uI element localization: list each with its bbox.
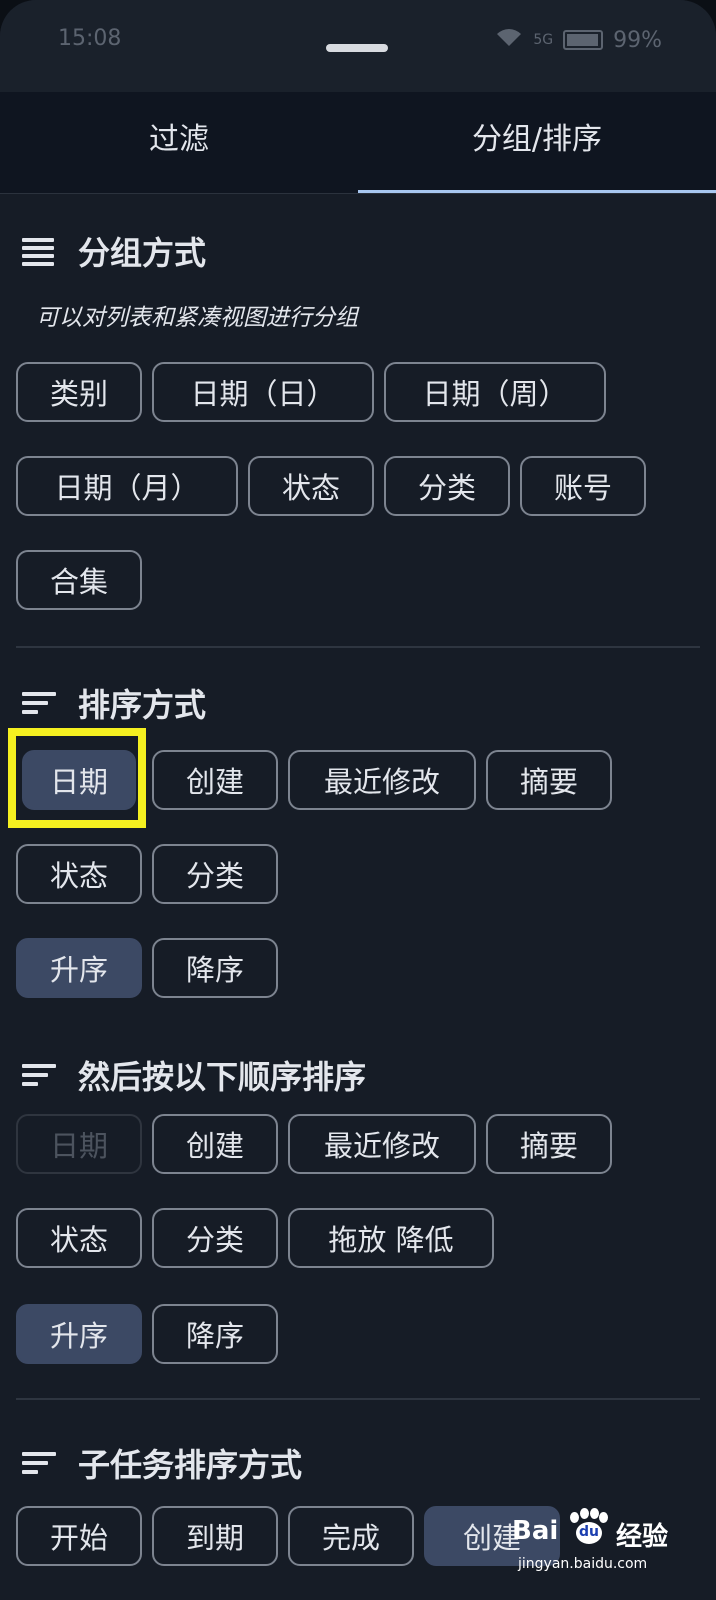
subtask-sort-section-title: 子任务排序方式 — [78, 1446, 303, 1484]
section-divider — [16, 646, 700, 648]
sort-option-created[interactable]: 创建 — [152, 750, 278, 810]
sort-option-classification[interactable]: 分类 — [152, 844, 278, 904]
wifi-icon — [495, 26, 523, 54]
group-section-header: 分组方式 — [22, 228, 206, 274]
then-sort-option-drag-drop[interactable]: 拖放 降低 — [288, 1208, 494, 1268]
then-sort-section-header: 然后按以下顺序排序 — [22, 1052, 366, 1098]
sort-order-ascending[interactable]: 升序 — [16, 938, 142, 998]
then-sort-option-date: 日期 — [16, 1114, 142, 1174]
sort-icon — [22, 688, 58, 718]
watermark-text: 经验 — [616, 1522, 669, 1552]
sort-icon — [22, 1448, 58, 1478]
then-sort-option-classification[interactable]: 分类 — [152, 1208, 278, 1268]
then-sort-option-status[interactable]: 状态 — [16, 1208, 142, 1268]
baidu-jingyan-watermark: Bai du 经验 jingyan.baidu.com — [512, 1508, 702, 1578]
group-option-status[interactable]: 状态 — [248, 456, 374, 516]
then-sort-option-last-modified[interactable]: 最近修改 — [288, 1114, 476, 1174]
system-icons: 5G 99% — [495, 26, 662, 54]
subtask-option-due[interactable]: 到期 — [152, 1506, 278, 1566]
group-option-date-month[interactable]: 日期（月） — [16, 456, 238, 516]
watermark-url: jingyan.baidu.com — [518, 1556, 648, 1572]
sort-section-header: 排序方式 — [22, 680, 206, 726]
group-section-title: 分组方式 — [78, 234, 207, 272]
group-option-classification[interactable]: 分类 — [384, 456, 510, 516]
then-sort-section-title: 然后按以下顺序排序 — [78, 1058, 367, 1096]
group-section-subtitle: 可以对列表和紧凑视图进行分组 — [36, 305, 358, 331]
tab-divider — [0, 193, 716, 194]
section-divider — [16, 1398, 700, 1400]
then-sort-order-descending[interactable]: 降序 — [152, 1304, 278, 1364]
paw-icon: du — [568, 1508, 608, 1546]
baidu-logo: Bai — [512, 1516, 559, 1546]
then-sort-order-ascending[interactable]: 升序 — [16, 1304, 142, 1364]
status-time: 15:08 — [58, 26, 122, 51]
group-option-date-week[interactable]: 日期（周） — [384, 362, 606, 422]
battery-icon — [563, 30, 604, 50]
screen: 15:08 5G 99% 过滤 分组/排序 分组方式 可以对列表和紧凑视图进行分… — [0, 0, 716, 1600]
group-option-account[interactable]: 账号 — [520, 456, 646, 516]
highlight-box — [8, 728, 146, 828]
tab-bar: 过滤 分组/排序 — [0, 92, 716, 194]
status-bar: 15:08 5G 99% — [0, 0, 716, 92]
group-option-date-day[interactable]: 日期（日） — [152, 362, 374, 422]
subtask-sort-section-header: 子任务排序方式 — [22, 1440, 302, 1486]
sort-option-summary[interactable]: 摘要 — [486, 750, 612, 810]
sort-option-status[interactable]: 状态 — [16, 844, 142, 904]
tab-group-sort[interactable]: 分组/排序 — [358, 92, 716, 194]
subtask-option-completed[interactable]: 完成 — [288, 1506, 414, 1566]
tab-filter[interactable]: 过滤 — [0, 92, 358, 194]
then-sort-option-created[interactable]: 创建 — [152, 1114, 278, 1174]
sort-icon — [22, 1060, 58, 1090]
sort-order-descending[interactable]: 降序 — [152, 938, 278, 998]
battery-level: 99% — [613, 27, 662, 53]
sort-option-last-modified[interactable]: 最近修改 — [288, 750, 476, 810]
group-option-collection[interactable]: 合集 — [16, 550, 142, 610]
subtask-option-start[interactable]: 开始 — [16, 1506, 142, 1566]
then-sort-option-summary[interactable]: 摘要 — [486, 1114, 612, 1174]
group-option-category[interactable]: 类别 — [16, 362, 142, 422]
sort-section-title: 排序方式 — [78, 686, 207, 724]
signal-icon: 5G — [533, 32, 554, 48]
menu-icon — [22, 236, 58, 266]
drag-handle[interactable] — [326, 44, 388, 52]
